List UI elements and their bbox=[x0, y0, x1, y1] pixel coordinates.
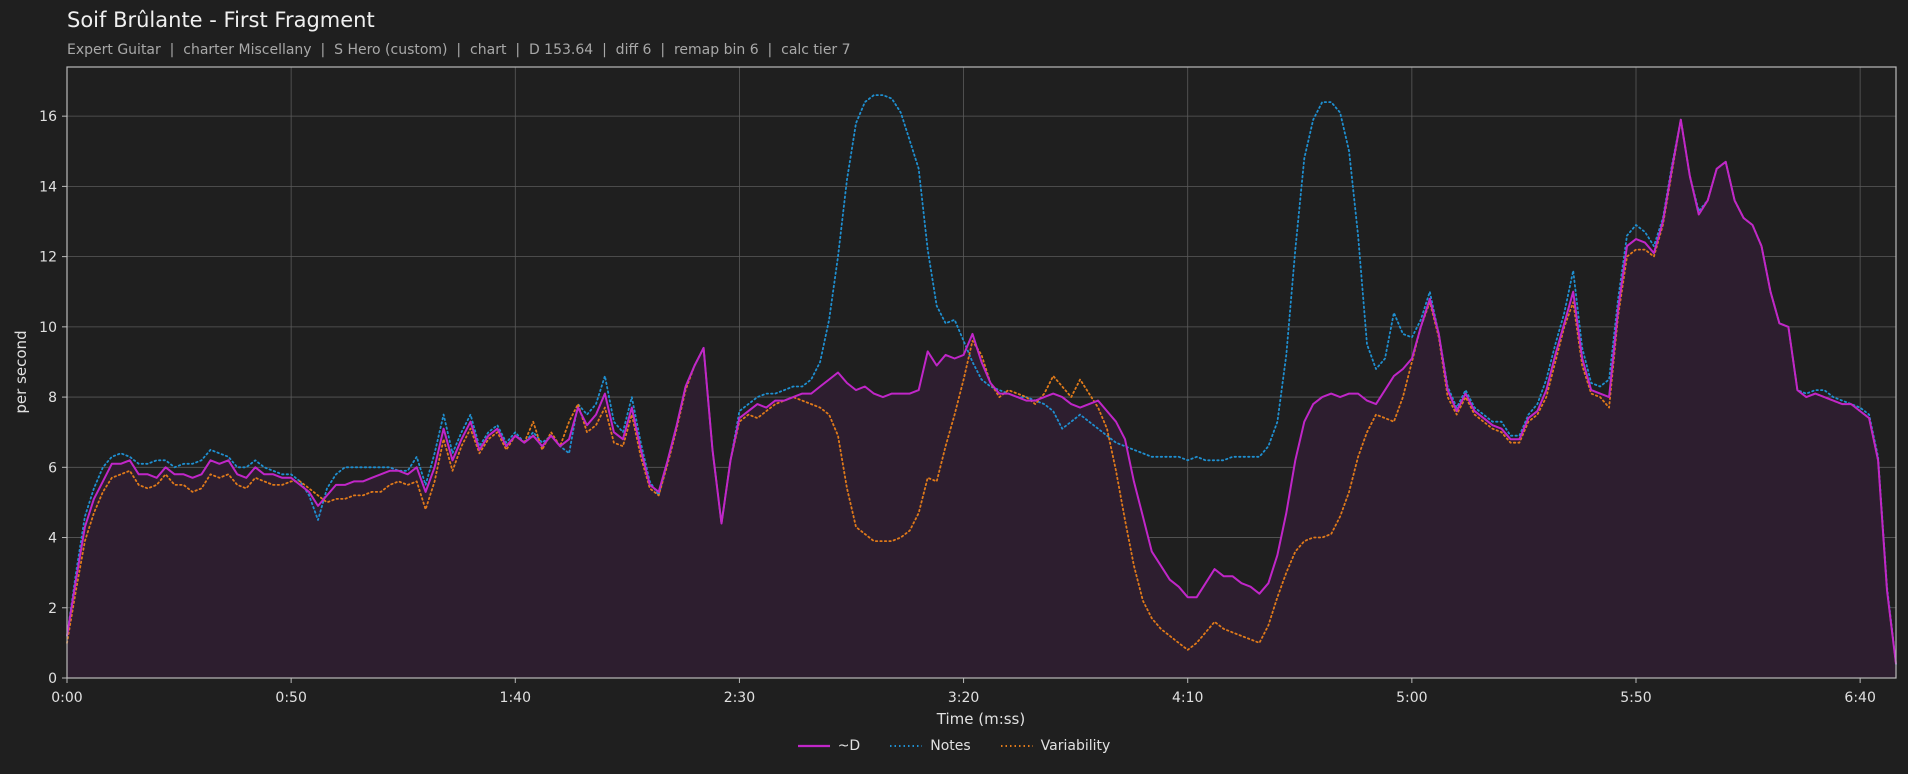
legend-swatch-d bbox=[797, 744, 830, 748]
x-tick-label: 5:00 bbox=[1396, 690, 1427, 706]
legend-swatch-notes bbox=[890, 745, 923, 747]
x-axis-label: Time (m:ss) bbox=[936, 710, 1025, 728]
y-tick-label: 0 bbox=[48, 671, 57, 687]
y-ticks: 0 2 4 6 8 10 12 14 16 bbox=[39, 109, 67, 687]
x-ticks: 0:00 0:50 1:40 2:30 3:20 4:10 5:00 5:50 6:40 bbox=[51, 678, 1876, 706]
legend-item-variability: Variability bbox=[1000, 738, 1111, 754]
legend-item-d: ~D bbox=[797, 738, 861, 754]
y-tick-label: 16 bbox=[39, 109, 57, 125]
d-area-fill bbox=[67, 119, 1896, 678]
line-chart: 0:00 0:50 1:40 2:30 3:20 4:10 5:00 5:50 6:40 0 2 4… bbox=[12, 66, 1897, 728]
y-tick-label: 2 bbox=[48, 601, 57, 617]
legend: ~D Notes Variability bbox=[0, 738, 1908, 754]
x-tick-label: 6:40 bbox=[1844, 690, 1875, 706]
x-tick-label: 0:00 bbox=[51, 690, 82, 706]
x-tick-label: 5:50 bbox=[1620, 690, 1651, 706]
y-tick-label: 12 bbox=[39, 250, 57, 266]
x-tick-label: 3:20 bbox=[948, 690, 979, 706]
legend-item-notes: Notes bbox=[890, 738, 971, 754]
d-area bbox=[67, 119, 1896, 678]
x-tick-label: 2:30 bbox=[724, 690, 755, 706]
legend-label-notes: Notes bbox=[930, 738, 971, 754]
legend-label-d: ~D bbox=[837, 738, 861, 754]
x-tick-label: 0:50 bbox=[275, 690, 306, 706]
y-axis-label: per second bbox=[12, 330, 30, 413]
legend-swatch-variability bbox=[1000, 745, 1033, 747]
y-tick-label: 14 bbox=[39, 179, 57, 195]
y-tick-label: 10 bbox=[39, 320, 57, 336]
x-tick-label: 4:10 bbox=[1172, 690, 1203, 706]
legend-label-variability: Variability bbox=[1040, 738, 1111, 754]
x-tick-label: 1:40 bbox=[500, 690, 531, 706]
y-tick-label: 4 bbox=[48, 531, 57, 547]
y-tick-label: 8 bbox=[48, 390, 57, 406]
y-tick-label: 6 bbox=[48, 460, 57, 476]
